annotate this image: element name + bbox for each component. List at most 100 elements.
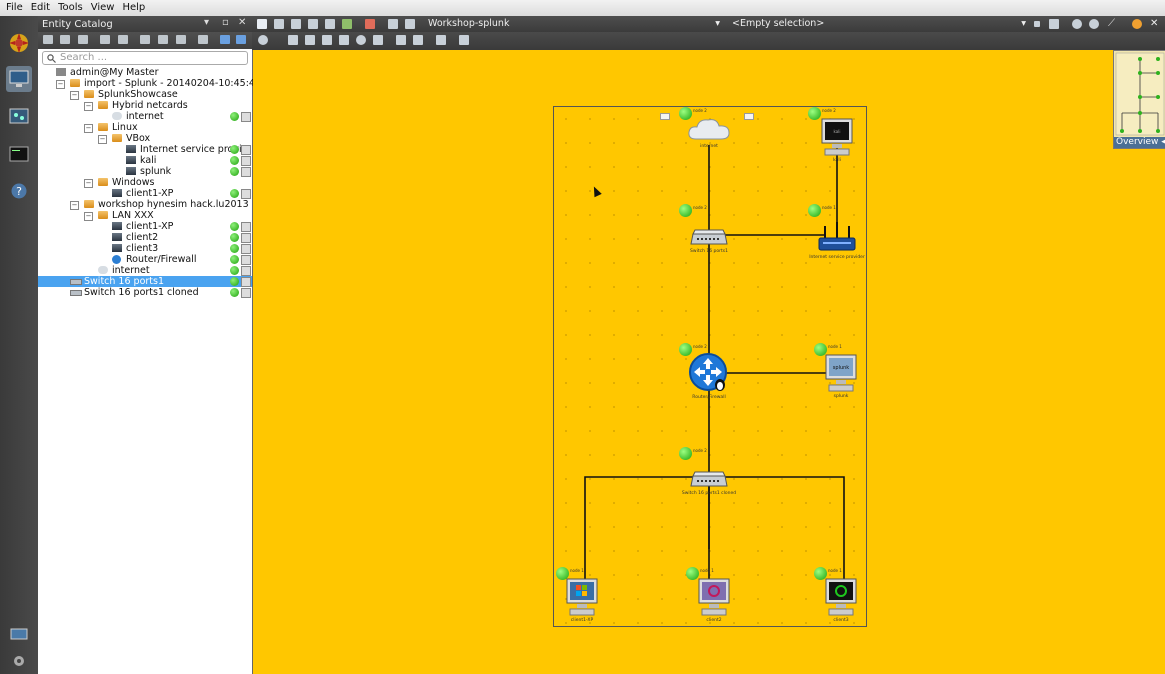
lock-icon[interactable] [241,233,251,243]
node-running-icon[interactable] [679,447,692,460]
lock-icon[interactable] [241,277,251,287]
lock-icon[interactable] [241,189,251,199]
node-running-icon[interactable] [808,204,821,217]
lock-icon[interactable] [241,255,251,265]
node-running-icon[interactable] [814,343,827,356]
lock-icon[interactable] [241,266,251,276]
monitor-view-icon[interactable] [6,66,32,92]
lock-icon[interactable] [241,112,251,122]
tree-item[interactable]: − VBox [38,133,252,144]
node-running-icon[interactable] [814,567,827,580]
lock-icon[interactable] [241,288,251,298]
overview-panel[interactable]: Overview ◂ [1113,50,1165,149]
tool-copy-icon[interactable] [100,35,110,44]
add-router-icon[interactable] [339,35,349,45]
hint-icon[interactable] [1132,19,1142,29]
tools-icon[interactable] [365,19,375,29]
connect-tool-icon[interactable]: ⟋ [1108,19,1118,29]
lock-icon[interactable] [241,167,251,177]
tree-item[interactable]: − import - Splunk - 20140204-10:45:42 [38,78,261,89]
open-icon[interactable] [274,19,284,29]
tree-toggle-icon[interactable]: − [98,135,107,144]
catalog-dropdown-icon[interactable]: ▾ [204,17,209,28]
catalog-close-icon[interactable]: ✕ [238,17,246,28]
tool-group-icon[interactable] [140,35,150,44]
node-client1[interactable] [564,577,600,617]
tree-toggle-icon[interactable]: − [84,212,93,221]
menu-view[interactable]: View [87,0,119,13]
node-running-icon[interactable] [556,567,569,580]
node-router[interactable] [688,352,730,394]
tree-item[interactable]: − Linux [38,122,252,133]
node-internet[interactable] [686,115,732,143]
hierarchy-icon[interactable] [436,35,446,45]
tool-save-icon[interactable] [78,35,88,44]
tree-item[interactable]: admin@My Master [38,67,252,78]
node-kali[interactable]: kali [819,117,855,157]
lock-icon[interactable] [241,244,251,254]
node-isp[interactable] [817,220,857,254]
tree-item[interactable]: splunk [38,166,252,177]
tree-toggle-icon[interactable]: − [84,179,93,188]
tool-delete-icon[interactable] [198,35,208,44]
workspace-select[interactable]: Workshop-splunk ▾ [428,17,722,30]
zoom-reset-icon[interactable] [1089,19,1099,29]
tree-toggle-icon[interactable]: − [56,80,65,89]
node-running-icon[interactable] [679,343,692,356]
add-hub-icon[interactable] [356,35,366,45]
display-icon[interactable] [6,622,32,648]
save-icon[interactable] [291,19,301,29]
tree-toggle-icon[interactable]: − [84,124,93,133]
node-switch1[interactable] [689,226,729,248]
tree-item[interactable]: − Windows [38,177,252,188]
tool-import-icon[interactable] [43,35,53,44]
tool-folder-icon[interactable] [158,35,168,44]
cloud-port-icon[interactable] [744,113,754,120]
deploy-icon[interactable] [325,19,335,29]
tree-item[interactable]: internet [38,265,252,276]
tree-item[interactable]: kali [38,155,252,166]
zoom-fit-icon[interactable] [1072,19,1082,29]
tree-item[interactable]: Router/Firewall [38,254,252,265]
pointer-tool-icon[interactable] [258,35,268,45]
node-client2[interactable] [696,577,732,617]
tree-item[interactable]: client1-XP [38,188,252,199]
menu-tools[interactable]: Tools [54,0,87,13]
app-logo-icon[interactable] [6,30,32,56]
tree-item[interactable]: internet [38,111,252,122]
node-splunk[interactable]: splunk [823,353,859,393]
node-running-icon[interactable] [679,204,692,217]
tool-export-icon[interactable] [60,35,70,44]
node-client3[interactable] [823,577,859,617]
lock-icon[interactable] [241,222,251,232]
select-square-icon[interactable] [1034,21,1040,27]
add-switch-icon[interactable] [322,35,332,45]
menu-edit[interactable]: Edit [27,0,54,13]
new-doc-icon[interactable] [257,19,267,29]
node-running-icon[interactable] [679,107,692,120]
tree-item[interactable]: − LAN XXX [38,210,252,221]
catalog-search-input[interactable]: Search ... [42,51,248,65]
menu-help[interactable]: Help [118,0,149,13]
node-running-icon[interactable] [686,567,699,580]
menu-file[interactable]: File [0,0,27,13]
save-as-icon[interactable] [308,19,318,29]
add-pc-icon[interactable] [305,35,315,45]
tool-paste-icon[interactable] [118,35,128,44]
topology-canvas[interactable]: internet node 2 kali kali node 2 Switch 16 po… [253,50,1165,674]
console-view-icon[interactable] [6,141,32,167]
tool-sync-icon[interactable] [220,35,230,44]
tree-item[interactable]: − Hybrid netcards [38,100,252,111]
unlink-tool-icon[interactable] [413,35,423,45]
catalog-float-icon[interactable]: ▫ [222,17,229,28]
settings-icon[interactable] [6,648,32,674]
editor-close-icon[interactable]: ✕ [1150,19,1160,29]
node-switch2[interactable] [689,468,729,490]
run-icon[interactable] [342,19,352,29]
tree-item[interactable]: Internet service provi... [38,144,252,155]
cloud-port-icon[interactable] [660,113,670,120]
network-view-icon[interactable] [6,104,32,130]
link-tool-icon[interactable] [396,35,406,45]
tool-refresh-icon[interactable] [236,35,246,44]
node-running-icon[interactable] [808,107,821,120]
